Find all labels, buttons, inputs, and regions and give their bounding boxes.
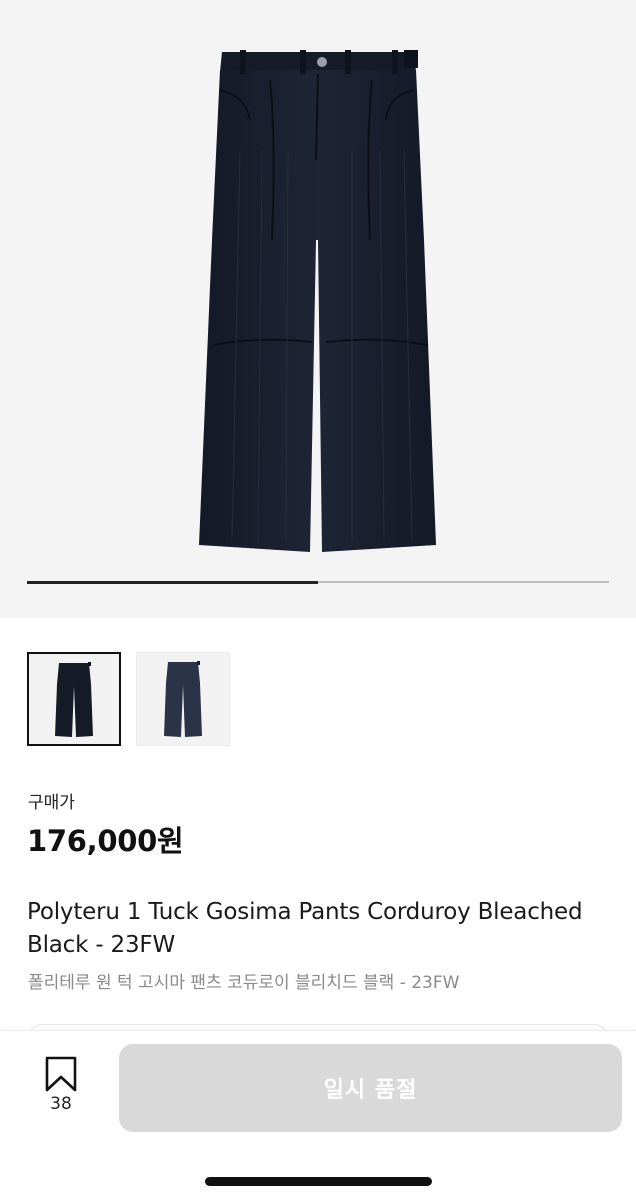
- bookmark-count: 38: [50, 1094, 72, 1114]
- bookmark-button[interactable]: 38: [34, 1052, 88, 1122]
- gallery-progress-track: [27, 580, 609, 584]
- pants-thumbnail-image: [55, 662, 93, 737]
- product-image-gallery[interactable]: [0, 0, 636, 618]
- product-title-english: Polyteru 1 Tuck Gosima Pants Corduroy Bl…: [27, 899, 583, 958]
- price-label: 구매가: [28, 793, 75, 813]
- gallery-progress-fill: [27, 580, 318, 584]
- product-title-korean: 폴리테루 원 턱 고시마 팬츠 코듀로이 블리치드 블랙 - 23FW: [28, 973, 460, 993]
- thumbnail-2[interactable]: [136, 652, 230, 746]
- home-indicator[interactable]: [205, 1177, 432, 1186]
- product-detail-page: 구매가 176,000원 Polyteru 1 Tuck Gosima Pant…: [0, 0, 636, 1200]
- price-value: 176,000원: [27, 824, 184, 858]
- product-main-image: [199, 50, 436, 552]
- sold-out-button[interactable]: 일시 품절: [119, 1044, 622, 1132]
- bookmark-icon: [45, 1056, 77, 1092]
- thumbnail-1-selected[interactable]: [27, 652, 121, 746]
- pants-thumbnail-image: [164, 661, 202, 737]
